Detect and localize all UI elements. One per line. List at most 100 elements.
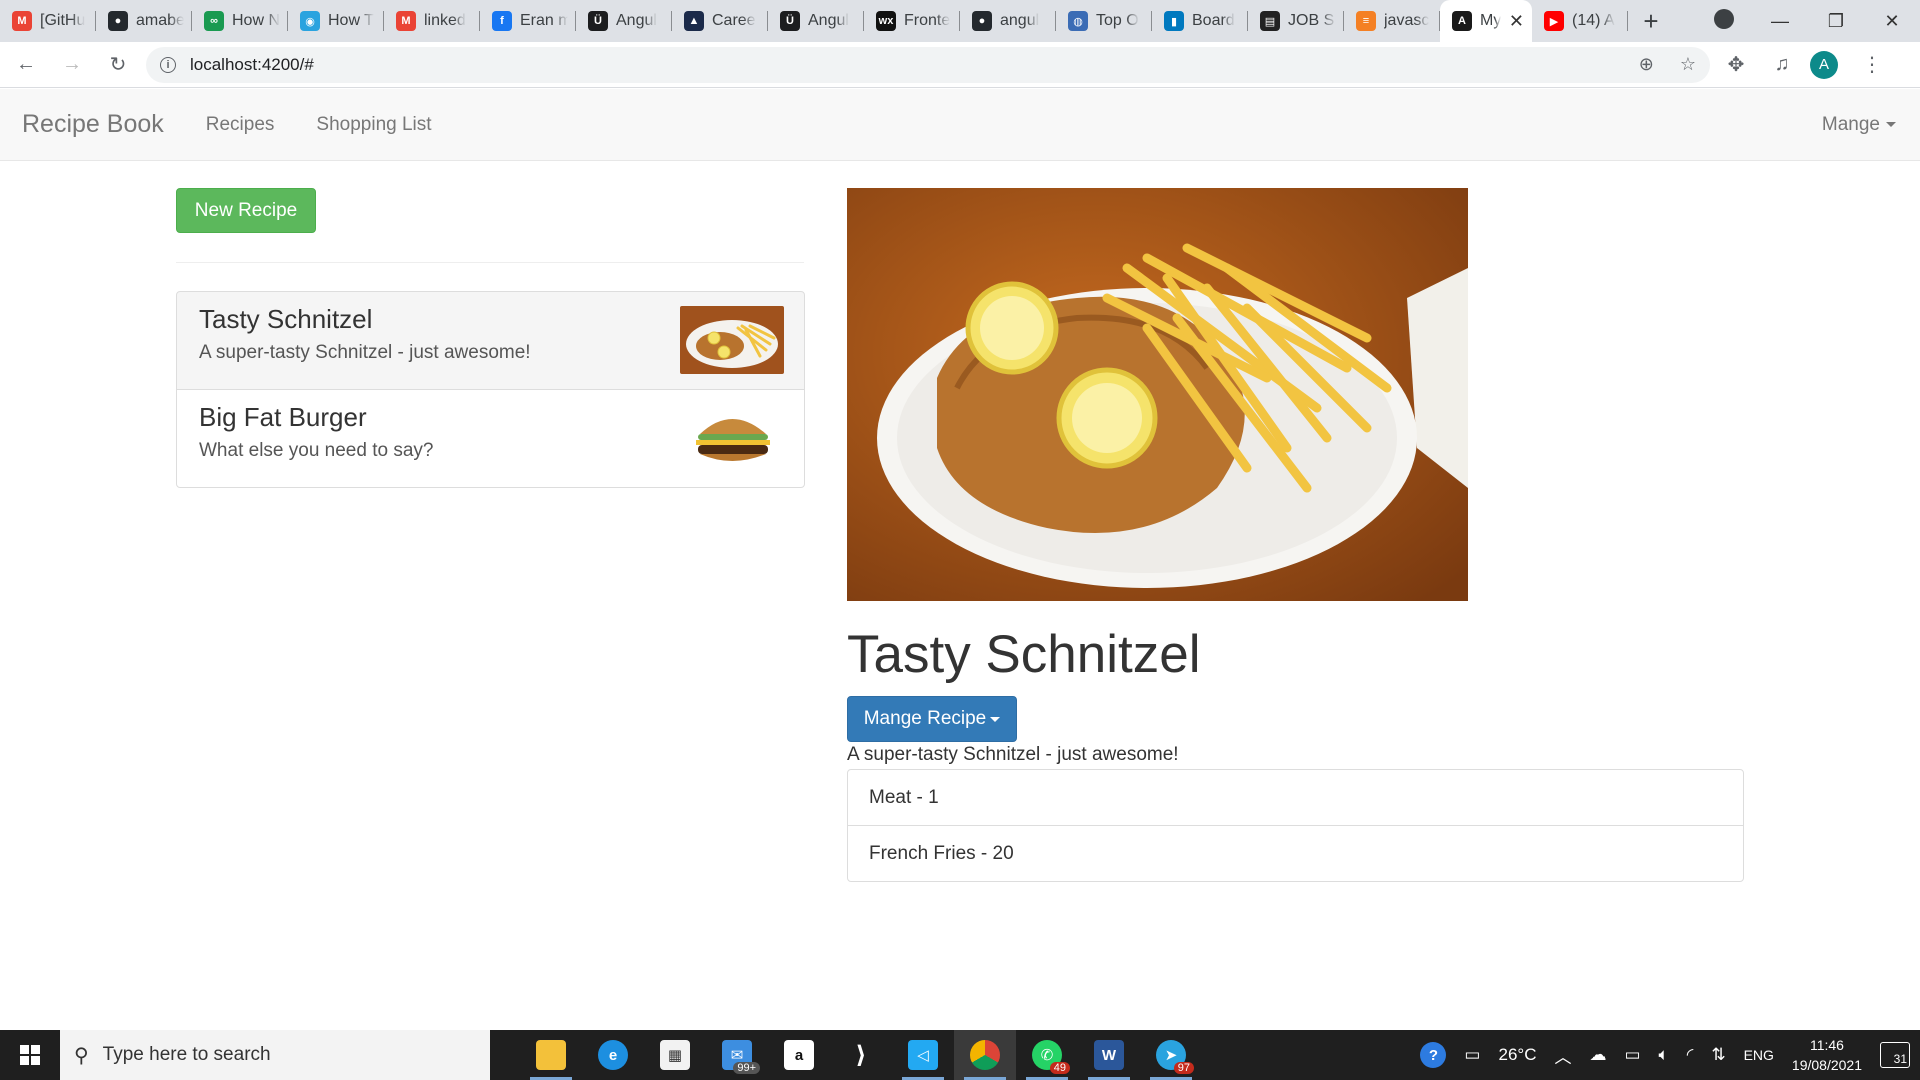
help-icon[interactable]: ? [1420,1042,1447,1068]
battery-icon[interactable]: ▭ [1624,1045,1640,1065]
browser-tab[interactable]: ● angul [960,0,1056,42]
browser-menu-icon[interactable]: ⋮ [1852,45,1892,85]
web-icon: ◉ [300,11,320,31]
browser-tab[interactable]: ◍ Top O [1056,0,1152,42]
url-text[interactable]: localhost:4200/# [190,55,314,75]
usb-icon[interactable]: ⇅ [1711,1045,1725,1065]
reload-button[interactable]: ↻ [98,45,138,85]
browser-tab[interactable]: ▤ JOB SI [1248,0,1344,42]
navbar-brand[interactable]: Recipe Book [22,110,164,139]
back-button[interactable]: ← [6,45,46,85]
maximize-button[interactable]: ❐ [1808,11,1864,32]
recipe-title: Tasty Schnitzel [847,625,1201,684]
mail-badge: 99+ [733,1062,760,1074]
new-recipe-button[interactable]: New Recipe [176,188,316,233]
clock-time: 11:46 [1809,1037,1844,1053]
new-tab-button[interactable]: + [1628,0,1674,42]
taskbar-whatsapp[interactable]: ✆ 49 [1016,1030,1078,1080]
media-control-icon[interactable]: ♫ [1762,45,1802,85]
edge-icon: e [598,1040,628,1070]
taskbar-telegram[interactable]: ➤ 97 [1140,1030,1202,1080]
windows-logo-icon [20,1045,40,1065]
stackoverflow-icon: ≡ [1356,11,1376,31]
taskbar-wsl[interactable]: ⟩ [830,1030,892,1080]
close-tab-icon[interactable]: ✕ [1509,11,1524,32]
browser-tab[interactable]: ≡ javasc [1344,0,1440,42]
browser-tab[interactable]: Ü Angul [576,0,672,42]
tab-title: How N [232,12,280,29]
tab-youtube[interactable]: ▶ (14) A [1532,0,1628,42]
amazon-icon: a [784,1040,814,1070]
browser-tab[interactable]: M [GitHu [0,0,96,42]
taskbar-word[interactable]: W [1078,1030,1140,1080]
volume-icon[interactable]: 🔈︎ [1659,1045,1669,1065]
taskbar-chrome[interactable] [954,1030,1016,1080]
recipe-description: What else you need to say? [199,440,434,461]
language-indicator[interactable]: ENG [1744,1047,1774,1063]
recipe-image [847,188,1468,601]
tab-title: Fronte [904,12,951,29]
browser-tab[interactable]: ▲ Caree [672,0,768,42]
tab-title: My [1480,12,1502,29]
manage-recipe-label: Mange Recipe [863,708,987,729]
word-icon: W [1094,1040,1124,1070]
wifi-icon[interactable]: ◜ [1687,1045,1694,1065]
tab-title: angul [1000,12,1040,29]
browser-tab[interactable]: ● amabe [96,0,192,42]
browser-tab[interactable]: f Eran m [480,0,576,42]
gmail-icon: M [12,11,32,31]
taskbar-amazon[interactable]: a [768,1030,830,1080]
notification-center-icon[interactable]: 31 [1880,1042,1910,1068]
forward-button[interactable]: → [52,45,92,85]
taskbar-edge[interactable]: e [582,1030,644,1080]
recipe-name: Tasty Schnitzel [199,304,373,334]
tab-search-button[interactable] [1696,8,1752,34]
taskbar-file-explorer[interactable] [520,1030,582,1080]
browser-toolbar: ← → ↻ i localhost:4200/# ⊕ ☆ ✥ ♫ A ⋮ [0,42,1920,88]
taskbar-apps: e ▦ ✉ 99+ a ⟩ ◁ ✆ 49 W ➤ 97 [520,1030,1202,1080]
nav-link-shopping-list[interactable]: Shopping List [316,114,431,136]
recipe-list-item[interactable]: Tasty Schnitzel A super-tasty Schnitzel … [176,291,805,390]
bookmark-star-icon[interactable]: ☆ [1680,54,1696,75]
chevron-up-icon[interactable]: ︿ [1554,1043,1571,1068]
close-window-button[interactable]: ✕ [1864,11,1920,32]
browser-tab[interactable]: ∞ How N [192,0,288,42]
github-icon: ● [972,11,992,31]
manage-dropdown[interactable]: Mange [1822,114,1896,136]
browser-tab[interactable]: Ü Angul [768,0,864,42]
browser-tab[interactable]: ◉ How T [288,0,384,42]
cloud-icon[interactable]: ☁ [1589,1045,1606,1065]
minimize-button[interactable]: — [1752,11,1808,32]
browser-tab[interactable]: ▮ Board [1152,0,1248,42]
codota-icon: ∞ [204,11,224,31]
browser-tab[interactable]: wx Fronte [864,0,960,42]
ingredient-list: Meat - 1 French Fries - 20 [847,769,1744,882]
tab-title: Caree [712,12,756,29]
extensions-icon[interactable]: ✥ [1716,45,1756,85]
temperature[interactable]: 26°C [1498,1045,1536,1065]
manage-recipe-button[interactable]: Mange Recipe [847,696,1017,742]
taskbar-vscode[interactable]: ◁ [892,1030,954,1080]
browser-tab[interactable]: Mlinked [384,0,480,42]
whatsapp-badge: 49 [1049,1062,1070,1074]
browser-tab-strip: M [GitHu ● amabe ∞ How N ◉ How T Mlinked f Eran m Ü… [0,0,1920,42]
clock-date: 19/08/2021 [1791,1057,1862,1073]
recipe-list-item[interactable]: Big Fat Burger What else you need to say… [176,389,805,488]
zoom-icon[interactable]: ⊕ [1639,54,1654,75]
taskbar-search[interactable]: ⚲ Type here to search [60,1030,490,1080]
nav-link-recipes[interactable]: Recipes [206,114,275,136]
taskbar-mail[interactable]: ✉ 99+ [706,1030,768,1080]
angular-icon: A [1452,11,1472,31]
taskbar-store[interactable]: ▦ [644,1030,706,1080]
tab-title: linked [424,12,466,29]
profile-avatar[interactable]: A [1810,50,1838,79]
windows-taskbar: ⚲ Type here to search e ▦ ✉ 99+ a ⟩ ◁ ✆ 49… [0,1030,1920,1080]
telegram-badge: 97 [1173,1062,1194,1074]
clock[interactable]: 11:46 19/08/2021 [1792,1035,1862,1075]
career-icon: ▲ [684,11,704,31]
address-bar[interactable]: i localhost:4200/# ⊕ ☆ [146,46,1710,83]
site-info-icon[interactable]: i [160,56,176,73]
start-button[interactable] [0,1030,60,1080]
tab-active[interactable]: A My ✕ [1440,0,1532,42]
weather-icon[interactable]: ▭ [1464,1045,1480,1065]
